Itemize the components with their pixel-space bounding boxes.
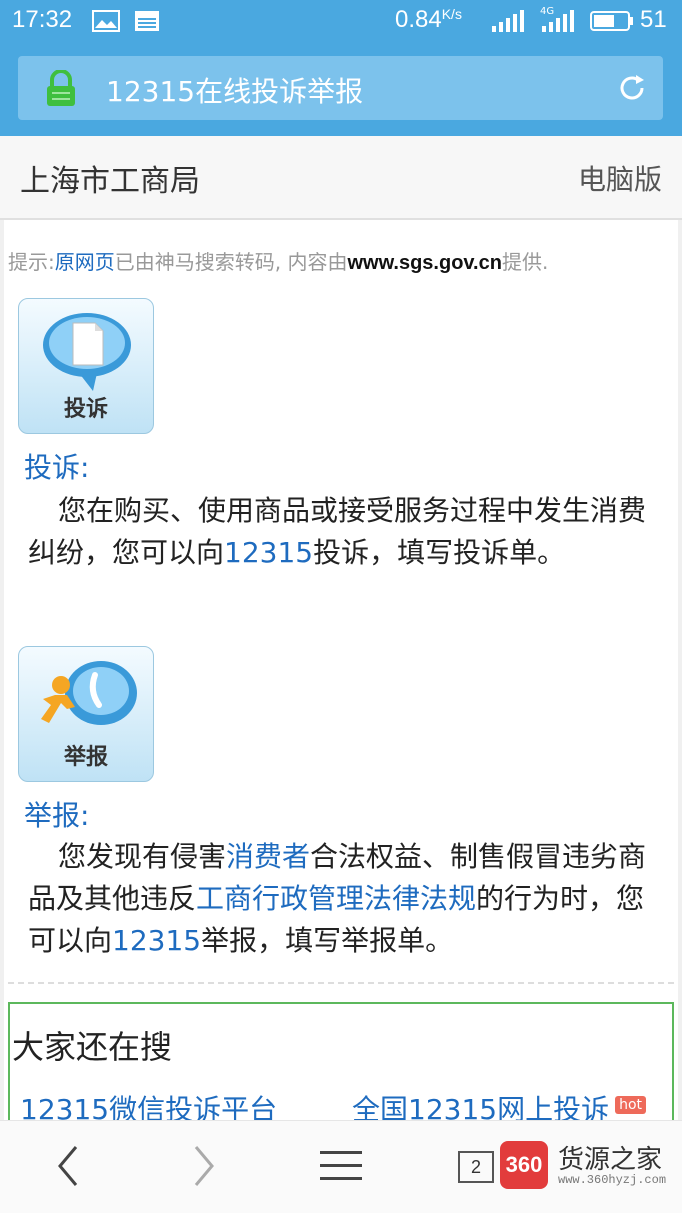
hot-badge: hot	[615, 1096, 647, 1114]
speech-bubble-document-icon	[43, 313, 131, 391]
lock-icon	[47, 70, 75, 106]
consumer-link[interactable]: 消费者	[226, 840, 310, 873]
menu-icon[interactable]	[318, 1143, 364, 1189]
battery-level: 51	[640, 6, 667, 33]
report-12315-link[interactable]: 12315	[112, 924, 201, 957]
status-time: 17:32	[12, 6, 73, 33]
back-icon[interactable]	[52, 1143, 82, 1189]
site-header: 上海市工商局 电脑版	[0, 136, 682, 220]
report-icon-caption: 举报	[63, 745, 108, 770]
refresh-icon[interactable]	[616, 72, 648, 104]
desktop-version-link[interactable]: 电脑版	[578, 158, 662, 198]
bottom-nav-bar: 2 360 货源之家 www.360hyzj.com	[0, 1120, 682, 1213]
watermark-logo: 360	[500, 1141, 548, 1189]
complaint-icon-caption: 投诉	[63, 397, 108, 422]
wifi-signal-icon	[492, 10, 524, 32]
news-notification-icon	[135, 11, 159, 31]
report-description: 您发现有侵害消费者合法权益、制售假冒违劣商品及其他违反工商行政管理法律法规的行为…	[28, 840, 647, 957]
report-button[interactable]: 举报	[18, 646, 154, 782]
divider	[8, 982, 674, 984]
complaint-button[interactable]: 投诉	[18, 298, 154, 434]
status-bar: 17:32 0.84K/s 4G 51	[0, 0, 682, 44]
transcode-tip: 提示:原网页已由神马搜索转码, 内容由www.sgs.gov.cn提供.	[8, 250, 549, 274]
cell-signal-icon	[542, 10, 574, 32]
complaint-description: 您在购买、使用商品或接受服务过程中发生消费纠纷，您可以向12315投诉，填写投诉…	[28, 494, 647, 569]
related-searches-heading: 大家还在搜	[12, 1028, 173, 1066]
tabs-button[interactable]: 2	[458, 1151, 494, 1183]
watermark-url: www.360hyzj.com	[558, 1173, 667, 1187]
image-notification-icon	[92, 10, 120, 32]
page-title: 12315在线投诉举报	[106, 75, 364, 108]
phone-person-icon	[41, 661, 137, 725]
forward-icon[interactable]	[190, 1143, 220, 1189]
complaint-12315-link[interactable]: 12315	[224, 536, 313, 569]
original-page-link[interactable]: 原网页	[55, 250, 115, 274]
report-title: 举报:	[24, 799, 90, 832]
browser-toolbar: 12315在线投诉举报	[0, 44, 682, 136]
site-name[interactable]: 上海市工商局	[20, 156, 200, 200]
battery-icon	[590, 11, 633, 31]
network-speed: 0.84K/s	[395, 6, 462, 33]
address-bar[interactable]: 12315在线投诉举报	[18, 56, 663, 120]
complaint-title: 投诉:	[24, 451, 90, 484]
regulations-link[interactable]: 工商行政管理法律法规	[196, 882, 476, 915]
watermark-name: 货源之家	[558, 1145, 663, 1175]
